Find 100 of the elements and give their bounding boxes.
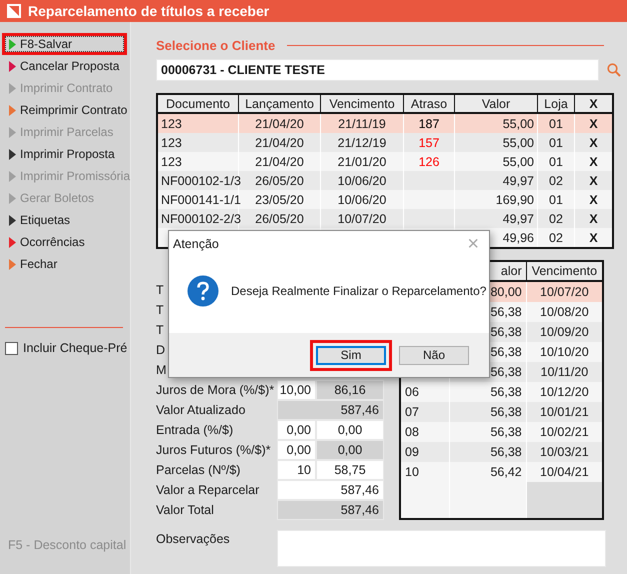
table-cell: 49,97 bbox=[502, 174, 534, 188]
column-header: Documento bbox=[157, 94, 238, 113]
table-cell: 80,00 bbox=[490, 285, 522, 299]
table-cell: 169,90 bbox=[496, 192, 534, 206]
table-cell: 10/06/20 bbox=[338, 174, 386, 188]
table-cell: 02 bbox=[549, 230, 563, 244]
table-cell: 10/04/21 bbox=[540, 465, 589, 479]
table-cell: 56,42 bbox=[490, 465, 522, 479]
table-cell: 02 bbox=[549, 212, 563, 226]
table-cell: 08 bbox=[405, 425, 419, 439]
table-cell: 01 bbox=[549, 192, 563, 206]
table-cell: 10/11/20 bbox=[540, 365, 588, 379]
table-cell: 126 bbox=[418, 154, 440, 168]
menu-item[interactable]: Fechar bbox=[2, 253, 127, 275]
remove-icon[interactable]: X bbox=[589, 230, 598, 244]
table-cell: 56,38 bbox=[490, 405, 522, 419]
table-cell: 55,00 bbox=[502, 154, 534, 168]
table-cell: NF000102-2/3 bbox=[161, 212, 241, 226]
app-logo-icon bbox=[7, 4, 21, 18]
table-cell: 01 bbox=[549, 136, 563, 150]
remove-icon[interactable]: X bbox=[589, 192, 598, 206]
table-cell: 123 bbox=[161, 154, 182, 168]
value-field[interactable]: 0,00 bbox=[277, 440, 316, 460]
table-cell: 21/12/19 bbox=[338, 136, 386, 150]
dialog-button[interactable]: Não bbox=[399, 346, 469, 364]
include-checkbox[interactable]: Incluir Cheque-Pré bbox=[5, 341, 128, 355]
table-cell: 49,96 bbox=[502, 230, 534, 244]
value-field: 587,46 bbox=[277, 400, 384, 420]
table-cell: 187 bbox=[418, 116, 440, 130]
field-label: Valor Total bbox=[156, 503, 214, 517]
menu-item[interactable]: F8-Salvar bbox=[2, 33, 127, 55]
remove-icon[interactable]: X bbox=[589, 174, 598, 188]
table-cell: 123 bbox=[161, 116, 182, 130]
table-cell: 49,97 bbox=[502, 212, 534, 226]
field-label: T bbox=[156, 283, 164, 297]
search-icon[interactable] bbox=[607, 63, 621, 77]
menu-item[interactable]: Reimprimir Contrato bbox=[2, 99, 127, 121]
remove-icon[interactable]: X bbox=[589, 154, 598, 168]
shortcut-hint: F5 - Desconto capital bbox=[8, 538, 126, 552]
menu-item[interactable]: Ocorrências bbox=[2, 231, 127, 253]
field-label: Valor a Reparcelar bbox=[156, 483, 260, 497]
value-field[interactable]: 58,75 bbox=[316, 460, 384, 480]
remove-icon[interactable]: X bbox=[589, 116, 598, 130]
menu-item[interactable]: Etiquetas bbox=[2, 209, 127, 231]
table-cell: 10/09/20 bbox=[540, 325, 589, 339]
table-cell: 09 bbox=[405, 445, 419, 459]
table-cell: 56,38 bbox=[490, 345, 522, 359]
value-field: 86,16 bbox=[316, 380, 384, 400]
client-field[interactable]: 00006731 - CLIENTE TESTE bbox=[156, 59, 599, 81]
table-cell: 02 bbox=[549, 174, 563, 188]
table-cell: 56,38 bbox=[490, 365, 522, 379]
field-label: Observações bbox=[156, 532, 230, 546]
table-cell: 10/12/20 bbox=[540, 385, 589, 399]
question-icon bbox=[187, 275, 219, 307]
field-label: M bbox=[156, 363, 166, 377]
menu-item[interactable]: Cancelar Proposta bbox=[2, 55, 127, 77]
table-cell: 10 bbox=[405, 465, 419, 479]
menu-item[interactable]: Imprimir Proposta bbox=[2, 143, 127, 165]
dialog-button[interactable]: Sim bbox=[316, 346, 386, 364]
column-header: Valor bbox=[454, 94, 538, 113]
field-label: Juros Futuros (%/$)* bbox=[156, 443, 271, 457]
field-label: Juros de Mora (%/$)* bbox=[156, 383, 274, 397]
table-cell: NF000102-1/3 bbox=[161, 174, 241, 188]
table-cell: 26/05/20 bbox=[255, 212, 304, 226]
table-cell: 56,38 bbox=[490, 305, 522, 319]
section-heading: Selecione o Cliente bbox=[156, 38, 276, 53]
value-field: 587,46 bbox=[277, 500, 384, 520]
table-cell: 06 bbox=[405, 385, 419, 399]
table-cell: 56,38 bbox=[490, 425, 522, 439]
remove-icon[interactable]: X bbox=[589, 212, 598, 226]
table-cell: 10/06/20 bbox=[338, 192, 386, 206]
column-header: Loja bbox=[538, 94, 574, 113]
table-cell: 10/02/21 bbox=[540, 425, 589, 439]
value-field[interactable]: 0,00 bbox=[277, 420, 316, 440]
table-cell: 10/08/20 bbox=[540, 305, 589, 319]
remove-icon[interactable]: X bbox=[589, 136, 598, 150]
table-cell: NF000141-1/1 bbox=[161, 192, 241, 206]
value-field[interactable]: 587,46 bbox=[277, 480, 384, 500]
column-header: Lançamento bbox=[238, 94, 320, 113]
value-field[interactable]: 10 bbox=[277, 460, 316, 480]
value-field[interactable]: 10,00 bbox=[277, 380, 316, 400]
table-cell: 21/11/19 bbox=[338, 116, 386, 130]
dialog-title: Atenção bbox=[173, 237, 219, 251]
table-cell: 07 bbox=[405, 405, 419, 419]
column-header: Atraso bbox=[404, 94, 454, 113]
field-label: Parcelas (Nº/$) bbox=[156, 463, 240, 477]
table-cell: 55,00 bbox=[502, 136, 534, 150]
table-cell: 21/04/20 bbox=[255, 154, 304, 168]
table-cell: 123 bbox=[161, 136, 182, 150]
table-cell: 10/01/21 bbox=[540, 405, 589, 419]
table-cell: 56,38 bbox=[490, 325, 522, 339]
notes-field[interactable] bbox=[277, 530, 606, 567]
column-header: Vencimento bbox=[526, 261, 603, 281]
field-label: D bbox=[156, 343, 166, 357]
value-field[interactable]: 0,00 bbox=[316, 420, 384, 440]
table-cell: 10/07/20 bbox=[540, 285, 589, 299]
table-cell: 01 bbox=[549, 154, 563, 168]
table-cell: 157 bbox=[418, 136, 440, 150]
table-cell: 01 bbox=[549, 116, 563, 130]
table-cell: 56,38 bbox=[490, 445, 522, 459]
